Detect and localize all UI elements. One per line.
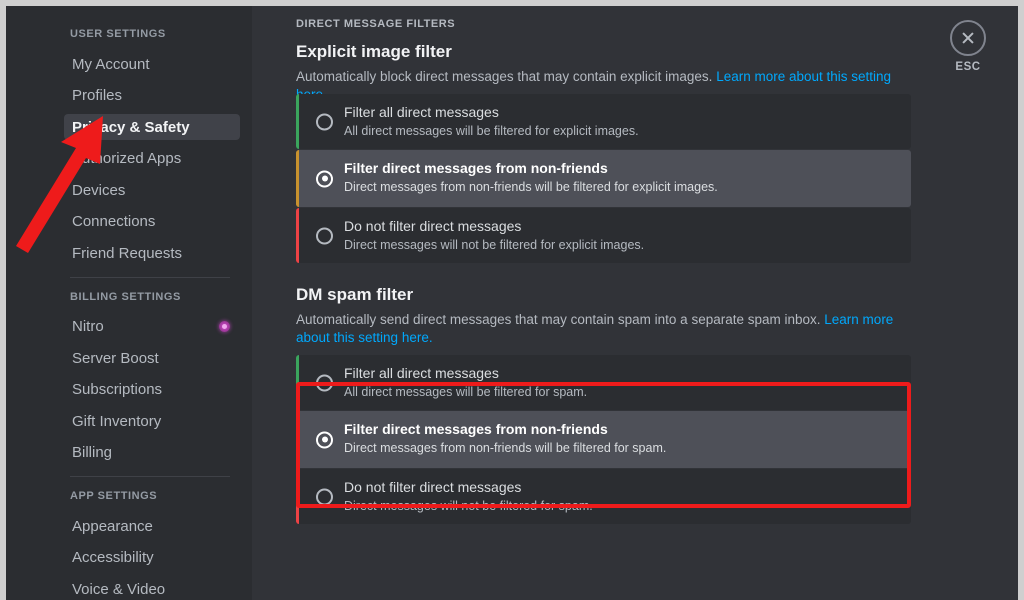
option-title: Filter all direct messages	[344, 365, 499, 381]
nitro-badge-icon	[219, 321, 230, 332]
sidebar-group-label: APP SETTINGS	[70, 490, 158, 502]
sidebar-item-authorized-apps[interactable]: Authorized Apps	[64, 146, 240, 172]
sidebar-item-label: Friend Requests	[72, 244, 183, 262]
radio-button[interactable]	[316, 431, 333, 448]
sidebar-group-label: BILLING SETTINGS	[70, 290, 181, 303]
settings-content-pane: DIRECT MESSAGE FILTERS ESC Explicit imag…	[252, 6, 1018, 600]
sidebar-item-label: Subscriptions	[72, 381, 163, 398]
option-accent-bar	[296, 150, 299, 207]
sidebar-item-label: Authorized Apps	[72, 150, 182, 167]
screenshot-frame: USER SETTINGS My Account Profiles Privacy &…	[0, 0, 1024, 600]
sidebar-item-friend-requests[interactable]: Friend Requests	[64, 240, 240, 266]
sidebar-item-my-account[interactable]: My Account	[64, 51, 240, 77]
radio-option-row[interactable]: Filter direct messages from non-friends D…	[296, 411, 911, 468]
radio-button[interactable]	[316, 488, 333, 505]
settings-sidebar[interactable]: USER SETTINGS My Account Profiles Privacy &…	[6, 6, 252, 600]
radio-button[interactable]	[316, 170, 333, 187]
sidebar-item-label: Nitro	[72, 318, 104, 335]
option-subtitle: Direct messages from non-friends will be…	[344, 441, 667, 455]
sidebar-item-privacy-and-safety[interactable]: Privacy & Safety	[64, 114, 240, 140]
radio-option-row[interactable]: Filter all direct messages All direct mes…	[296, 355, 911, 410]
option-title: Filter all direct messages	[344, 104, 499, 120]
page-kicker: DIRECT MESSAGE FILTERS	[296, 18, 456, 30]
sidebar-item-label: Profiles	[72, 87, 123, 104]
sidebar-item-gift-inventory[interactable]: Gift Inventory	[64, 408, 240, 434]
sidebar-item-accessibility[interactable]: Accessibility	[64, 545, 240, 571]
sidebar-item-connections[interactable]: Connections	[64, 209, 240, 235]
sidebar-item-server-boost[interactable]: Server Boost	[64, 345, 240, 371]
sidebar-item-appearance[interactable]: Appearance	[64, 513, 240, 539]
option-accent-bar	[296, 208, 299, 263]
discord-user-settings-window: USER SETTINGS My Account Profiles Privacy &…	[6, 6, 1018, 600]
sidebar-item-label: Gift Inventory	[72, 412, 162, 430]
learn-more-link[interactable]: Learn more about this setting here.	[296, 312, 893, 345]
radio-button[interactable]	[316, 113, 333, 130]
option-accent-bar	[296, 411, 299, 468]
radio-option-row[interactable]: Do not filter direct messages Direct mess…	[296, 208, 911, 263]
sidebar-item-subscriptions[interactable]: Subscriptions	[64, 377, 240, 403]
sidebar-item-label: Connections	[72, 213, 156, 230]
sidebar-item-label: Server Boost	[72, 349, 159, 367]
sidebar-item-devices[interactable]: Devices	[64, 177, 240, 203]
radio-button[interactable]	[316, 227, 333, 244]
sidebar-divider	[70, 476, 230, 477]
radio-option-row[interactable]: Do not filter direct messages Direct mess…	[296, 469, 911, 524]
option-subtitle: All direct messages will be filtered for…	[344, 385, 588, 399]
option-subtitle: Direct messages will not be filtered for…	[344, 499, 593, 513]
option-subtitle: All direct messages will be filtered for…	[344, 124, 639, 138]
option-subtitle: Direct messages will not be filtered for…	[344, 238, 645, 252]
sidebar-item-label: Devices	[72, 181, 126, 199]
sidebar-item-label: Voice & Video	[72, 580, 166, 598]
option-title: Filter direct messages from non-friends	[344, 160, 608, 176]
sidebar-item-label: My Account	[72, 55, 150, 73]
sidebar-item-profiles[interactable]: Profiles	[64, 83, 240, 109]
close-icon	[950, 20, 986, 56]
sidebar-item-label: Appearance	[72, 517, 153, 535]
close-label: ESC	[955, 61, 981, 73]
sidebar-item-label: Billing	[72, 444, 113, 461]
section-title: Explicit image filter	[296, 42, 452, 61]
option-accent-bar	[296, 469, 299, 524]
option-title: Do not filter direct messages	[344, 218, 522, 234]
radio-option-row[interactable]: Filter direct messages from non-friends D…	[296, 150, 911, 207]
option-subtitle: Direct messages from non-friends will be…	[344, 180, 718, 194]
sidebar-item-billing[interactable]: Billing	[64, 440, 240, 466]
section-title: DM spam filter	[296, 285, 414, 304]
sidebar-item-voice-and-video[interactable]: Voice & Video	[64, 576, 240, 600]
close-settings-button[interactable]: ESC	[940, 20, 996, 73]
option-accent-bar	[296, 355, 299, 410]
sidebar-item-label: Privacy & Safety	[72, 118, 190, 136]
option-title: Filter direct messages from non-friends	[344, 421, 608, 437]
sidebar-group-label: USER SETTINGS	[70, 28, 166, 40]
radio-option-row[interactable]: Filter all direct messages All direct mes…	[296, 94, 911, 149]
section-description: Automatically send direct messages that …	[296, 312, 894, 345]
option-accent-bar	[296, 94, 299, 149]
sidebar-item-label: Accessibility	[72, 549, 154, 566]
sidebar-divider	[70, 276, 230, 278]
sidebar-item-nitro[interactable]: Nitro	[64, 314, 240, 340]
radio-button[interactable]	[316, 374, 333, 391]
option-title: Do not filter direct messages	[344, 479, 522, 495]
